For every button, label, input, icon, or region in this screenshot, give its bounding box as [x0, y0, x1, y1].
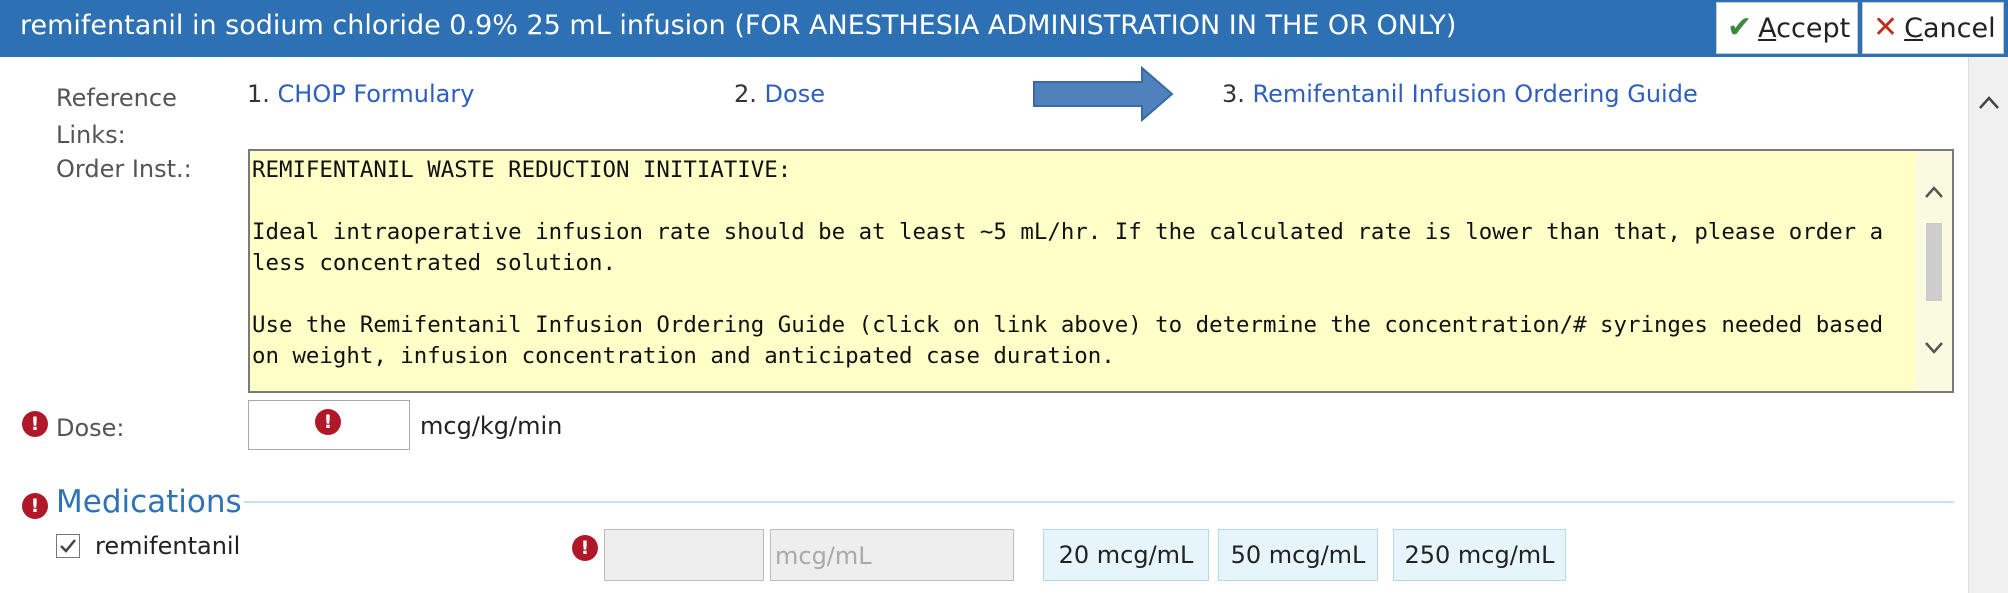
check-icon: ✔ [1727, 10, 1753, 45]
scroll-up-icon[interactable] [1924, 185, 1944, 199]
dose-required-icon: ! [22, 411, 48, 437]
order-instructions-text: REMIFENTANIL WASTE REDUCTION INITIATIVE:… [252, 157, 1884, 369]
scroll-down-icon[interactable] [1924, 341, 1944, 355]
cancel-button[interactable]: ✕ Cancel [1862, 2, 2004, 54]
dialog-title: remifentanil in sodium chloride 0.9% 25 … [20, 10, 1457, 41]
concentration-unit-field[interactable]: mcg/mL [770, 529, 1014, 581]
main-scroll-up-icon[interactable] [1978, 95, 2000, 111]
dose-link[interactable]: Dose [765, 80, 825, 108]
section-divider [244, 501, 1954, 503]
remifentanil-checkbox[interactable] [56, 534, 80, 558]
quick-250-mcg-button[interactable]: 250 mcg/mL [1393, 529, 1566, 581]
medications-required-icon: ! [22, 493, 48, 519]
reference-link-1[interactable]: 1. CHOP Formulary [247, 80, 474, 108]
remifentanil-label: remifentanil [95, 532, 241, 560]
dose-label: Dose: [56, 414, 125, 442]
instructions-scrollbar[interactable] [1916, 151, 1952, 391]
dose-input-required-icon: ! [315, 409, 341, 435]
chop-formulary-link[interactable]: CHOP Formulary [278, 80, 475, 108]
reference-link-3[interactable]: 3. Remifentanil Infusion Ordering Guide [1222, 80, 1698, 108]
dose-input[interactable]: ! [248, 400, 410, 450]
quick-20-mcg-button[interactable]: 20 mcg/mL [1043, 529, 1209, 581]
concentration-required-icon: ! [572, 535, 598, 561]
order-instructions-box[interactable]: REMIFENTANIL WASTE REDUCTION INITIATIVE:… [248, 149, 1954, 393]
quick-50-mcg-button[interactable]: 50 mcg/mL [1218, 529, 1378, 581]
arrow-right-icon [1033, 66, 1174, 122]
main-scrollbar[interactable] [1968, 57, 2008, 593]
dose-unit: mcg/kg/min [420, 412, 563, 440]
cancel-button-label: Cancel [1904, 12, 1996, 44]
reference-links-label: Reference Links: [56, 84, 177, 149]
concentration-input[interactable] [604, 529, 764, 581]
reference-link-2[interactable]: 2. Dose [734, 80, 825, 108]
medications-heading: Medications [56, 484, 242, 520]
accept-button[interactable]: ✔ Accept [1716, 2, 1858, 54]
accept-button-label: Accept [1758, 12, 1851, 44]
remifentanil-guide-link[interactable]: Remifentanil Infusion Ordering Guide [1253, 80, 1698, 108]
close-icon: ✕ [1873, 10, 1899, 45]
order-inst-label: Order Inst.: [56, 155, 192, 183]
dialog-titlebar: remifentanil in sodium chloride 0.9% 25 … [0, 0, 2008, 57]
checkmark-icon [60, 539, 76, 553]
instructions-scroll-thumb[interactable] [1926, 223, 1942, 301]
